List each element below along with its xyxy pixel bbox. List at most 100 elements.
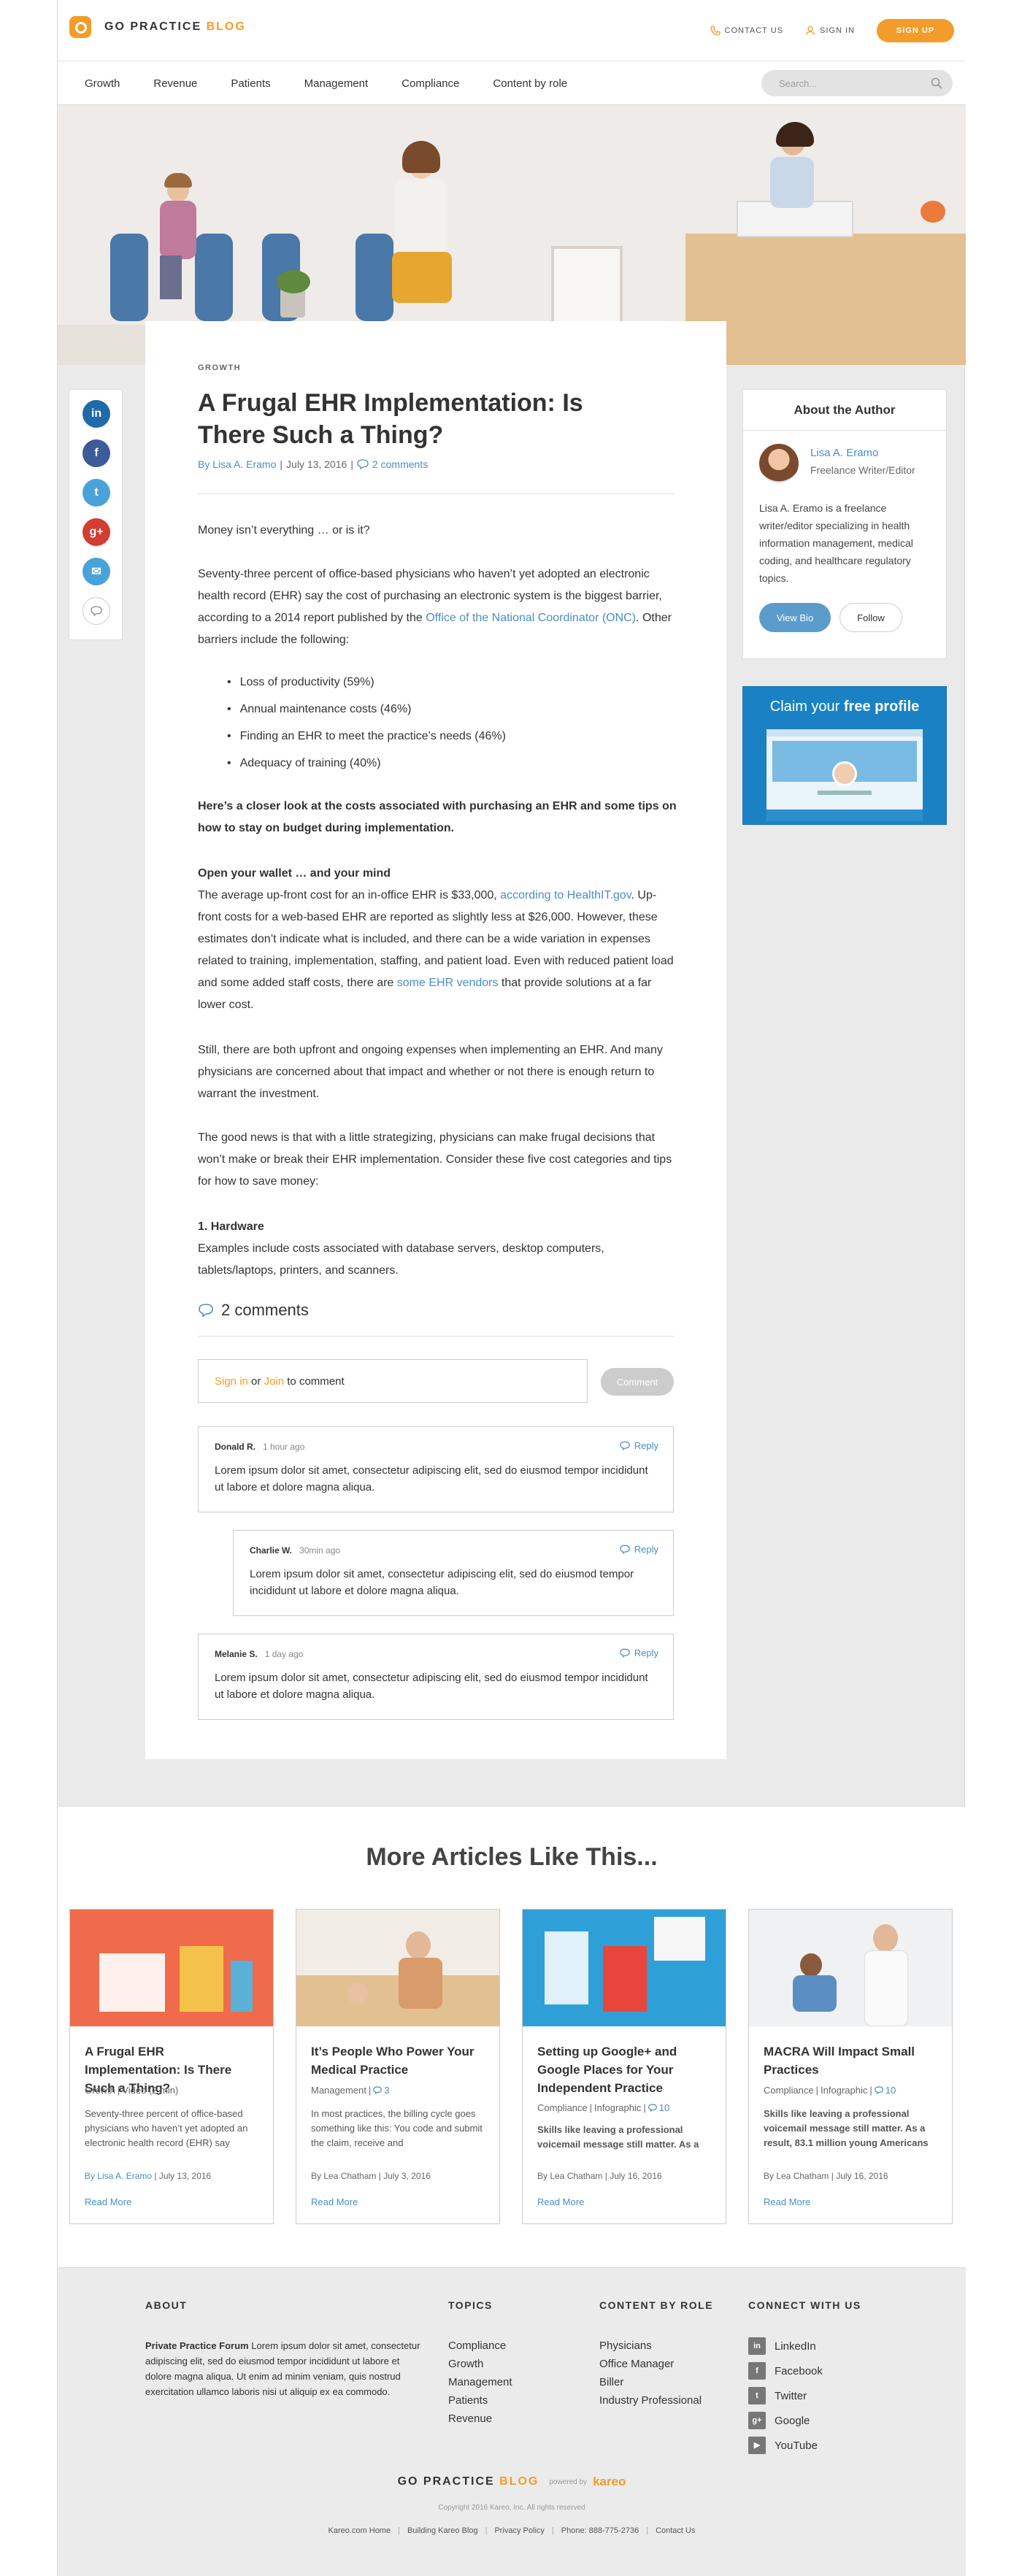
footer-link[interactable]: Patients [448,2391,512,2410]
google-plus-icon[interactable]: g+ [82,518,110,546]
comment-meta: Charlie W. 30min ago [250,1545,657,1556]
reply-button[interactable]: Reply [620,1440,658,1451]
footer-link[interactable]: Kareo.com Home [328,2526,391,2535]
nav-item-growth[interactable]: Growth [85,77,120,90]
share-rail: in f t g+ ✉ [69,389,123,640]
teaser-meta: Growth | Video (2 min) [85,2085,179,2096]
author-name[interactable]: Lisa A. Eramo [810,447,878,459]
footer-link[interactable]: Growth [448,2355,512,2373]
search-icon[interactable] [931,77,942,89]
footer-link[interactable]: Physicians [599,2337,702,2355]
footer-link[interactable]: Biller [599,2373,702,2391]
footer-facebook-link[interactable]: f Facebook [748,2358,823,2383]
comment-author: Donald R. [215,1442,256,1452]
footer-link[interactable]: Management [448,2373,512,2391]
read-more-link[interactable]: Read More [537,2196,584,2207]
reply-button[interactable]: Reply [620,1544,658,1555]
footer-brand[interactable]: GO PRACTICE BLOG powered by kareo [58,2475,966,2489]
footer-youtube-link[interactable]: ▶ YouTube [748,2433,823,2458]
paragraph: Money isn’t everything … or is it? [198,524,370,537]
teaser-byline: By Lea Chatham | July 16, 2016 [537,2171,662,2181]
signup-button[interactable]: SIGN UP [877,19,954,42]
signin-link[interactable]: Sign in [215,1375,248,1388]
main-nav: Growth Revenue Patients Management Compl… [58,61,966,105]
reply-button[interactable]: Reply [620,1648,658,1658]
comments-link[interactable]: 2 comments [372,458,428,470]
email-icon[interactable]: ✉ [82,558,110,585]
nav-item-management[interactable]: Management [304,77,369,90]
article-title: A Frugal EHR Implementation: Is There Su… [198,389,583,449]
comment-text: Lorem ipsum dolor sit amet, consectetur … [250,1568,634,1597]
nav-item-patients[interactable]: Patients [231,77,270,90]
article-teaser[interactable]: MACRA Will Impact Small Practices Compli… [748,1909,953,2224]
comment-button[interactable]: Comment [601,1368,674,1396]
comment: Melanie S. 1 day ago Reply Lorem ipsum do… [198,1634,674,1720]
contact-link[interactable]: CONTACT US [710,26,784,36]
signin-link[interactable]: SIGN IN [805,26,855,36]
read-more-link[interactable]: Read More [311,2196,358,2207]
comment-reply: Charlie W. 30min ago Reply Lorem ipsum do… [233,1530,674,1616]
article-teaser[interactable]: A Frugal EHR Implementation: Is There Su… [69,1909,274,2224]
site-logo[interactable]: GO PRACTICE BLOG [69,16,246,38]
read-more-link[interactable]: Read More [85,2196,131,2207]
article-card: GROWTH A Frugal EHR Implementation: Is T… [145,321,726,1759]
nav-item-content-by-role[interactable]: Content by role [493,77,567,90]
byline: By Lisa A. Eramo | July 13, 2016 | 2 com… [198,458,429,470]
brand-name: GO PRACTICE BLOG [104,20,246,33]
comment-bubble-icon [874,2086,883,2094]
article-teaser[interactable]: It’s People Who Power Your Medical Pract… [296,1909,500,2224]
page-frame: GO PRACTICE BLOG CONTACT US SIGN IN SIGN… [57,0,966,2576]
facebook-icon[interactable]: f [82,439,110,467]
facebook-icon: f [748,2362,766,2380]
teaser-image [749,1910,952,2026]
article-category[interactable]: GROWTH [198,364,241,372]
footer-link[interactable]: Revenue [448,2410,512,2428]
view-bio-button[interactable]: View Bio [759,603,831,632]
comment-bubble-icon [373,2086,383,2094]
teaser-title[interactable]: It’s People Who Power Your Medical Pract… [311,2042,486,2079]
read-more-link[interactable]: Read More [764,2196,810,2207]
user-icon [805,26,815,36]
nav-item-revenue[interactable]: Revenue [153,77,197,90]
healthit-link[interactable]: according to HealthIT.gov [500,889,631,901]
search-input[interactable]: Search... [761,70,953,96]
footer-linkedin-link[interactable]: in LinkedIn [748,2334,823,2358]
about-author-heading: About the Author [743,390,946,431]
author-link[interactable]: By Lisa A. Eramo [198,458,276,470]
footer-link[interactable]: Privacy Policy [494,2526,544,2535]
footer-link[interactable]: Building Kareo Blog [407,2526,478,2535]
onc-link[interactable]: Office of the National Coordinator (ONC) [426,612,636,624]
footer-link[interactable]: Office Manager [599,2355,702,2373]
claim-profile-banner[interactable]: Claim your free profile [742,686,947,825]
footer-brand-name: GO PRACTICE BLOG [397,2475,539,2488]
nav-item-compliance[interactable]: Compliance [402,77,459,90]
footer-about-text: Private Practice Forum Lorem ipsum dolor… [145,2340,420,2397]
teaser-title[interactable]: Setting up Google+ and Google Places for… [537,2042,712,2097]
footer-google-link[interactable]: g+ Google [748,2408,823,2433]
linkedin-icon[interactable]: in [82,400,110,428]
ehr-vendors-link[interactable]: some EHR vendors [397,977,499,989]
footer-connect-heading: CONNECT WITH US [748,2299,861,2311]
comment-input[interactable]: Sign in or Join to comment [198,1359,588,1403]
paragraph: Examples include costs associated with d… [198,1242,604,1277]
follow-button[interactable]: Follow [840,603,902,632]
footer-link[interactable]: Compliance [448,2337,512,2355]
twitter-icon[interactable]: t [82,479,110,507]
avatar[interactable] [759,444,799,483]
footer-link[interactable]: Industry Professional [599,2391,702,2410]
kareo-logo: kareo [593,2475,626,2488]
twitter-icon: t [748,2387,766,2404]
join-link[interactable]: Join [264,1375,285,1388]
footer-link[interactable]: Contact Us [656,2526,695,2535]
youtube-icon: ▶ [748,2437,766,2454]
teaser-title[interactable]: MACRA Will Impact Small Practices [764,2042,939,2079]
comment-icon[interactable] [82,597,110,625]
article-teaser[interactable]: Setting up Google+ and Google Places for… [522,1909,726,2224]
comments-heading: 2 comments [198,1301,309,1320]
footer-twitter-link[interactable]: t Twitter [748,2383,823,2408]
footer-link[interactable]: Phone: 888-775-2736 [561,2526,639,2535]
list-item: Annual maintenance costs (46%) [227,696,665,723]
comment-meta: Melanie S. 1 day ago [215,1649,657,1659]
footer: ABOUT Private Practice Forum Lorem ipsum… [58,2267,966,2576]
reply-icon [620,1648,630,1658]
